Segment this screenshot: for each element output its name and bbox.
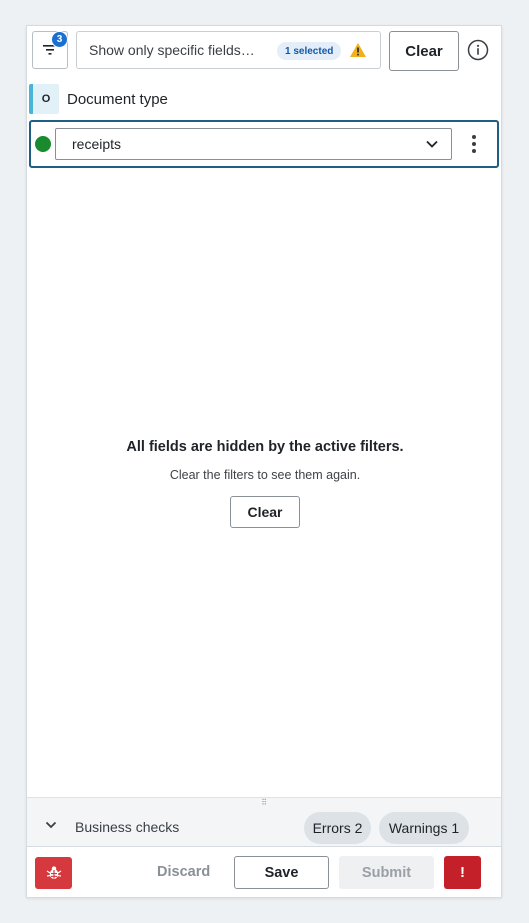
filter-count-badge: 3 bbox=[51, 31, 68, 48]
warning-icon bbox=[350, 43, 366, 57]
report-bug-button[interactable] bbox=[35, 857, 72, 889]
field-filter-text: Show only specific fields… bbox=[89, 42, 255, 58]
alert-button[interactable]: ! bbox=[444, 856, 481, 889]
clear-filters-button[interactable]: Clear bbox=[389, 31, 459, 71]
empty-state-clear-button[interactable]: Clear bbox=[230, 496, 300, 528]
info-icon[interactable] bbox=[467, 39, 489, 61]
document-type-select[interactable]: receipts bbox=[55, 128, 452, 160]
document-type-value: receipts bbox=[72, 136, 122, 152]
empty-state-title: All fields are hidden by the active filt… bbox=[126, 439, 404, 455]
submit-button[interactable]: Submit bbox=[339, 856, 434, 889]
chevron-collapse-icon[interactable] bbox=[45, 821, 57, 829]
document-type-badge: O bbox=[29, 84, 59, 114]
save-button[interactable]: Save bbox=[234, 856, 329, 889]
empty-state-subtitle: Clear the filters to see them again. bbox=[169, 468, 361, 482]
field-filter-select[interactable]: Show only specific fields… 1 selected bbox=[76, 31, 381, 69]
business-checks-bar[interactable]: Business checks Errors 2 Warnings 1 bbox=[27, 807, 501, 847]
status-ok-indicator bbox=[35, 136, 51, 152]
business-checks-label: Business checks bbox=[75, 819, 180, 835]
selected-count-badge: 1 selected bbox=[277, 42, 342, 60]
filter-button[interactable]: 3 bbox=[32, 31, 68, 69]
grip-icon: ⠿ bbox=[261, 797, 267, 807]
document-type-row: O Document type bbox=[29, 84, 499, 114]
discard-button[interactable]: Discard bbox=[157, 864, 210, 880]
chevron-down-icon bbox=[426, 140, 438, 148]
document-type-field-row: receipts bbox=[29, 120, 499, 168]
document-type-label: Document type bbox=[67, 91, 168, 108]
annotation-panel: 3 Show only specific fields… 1 selected … bbox=[26, 25, 502, 898]
kebab-menu-icon[interactable] bbox=[471, 134, 477, 154]
panel-resize-handle[interactable]: ⠿ bbox=[27, 797, 501, 807]
errors-pill[interactable]: Errors 2 bbox=[304, 812, 371, 844]
warnings-pill[interactable]: Warnings 1 bbox=[379, 812, 469, 844]
bug-icon bbox=[46, 866, 61, 879]
